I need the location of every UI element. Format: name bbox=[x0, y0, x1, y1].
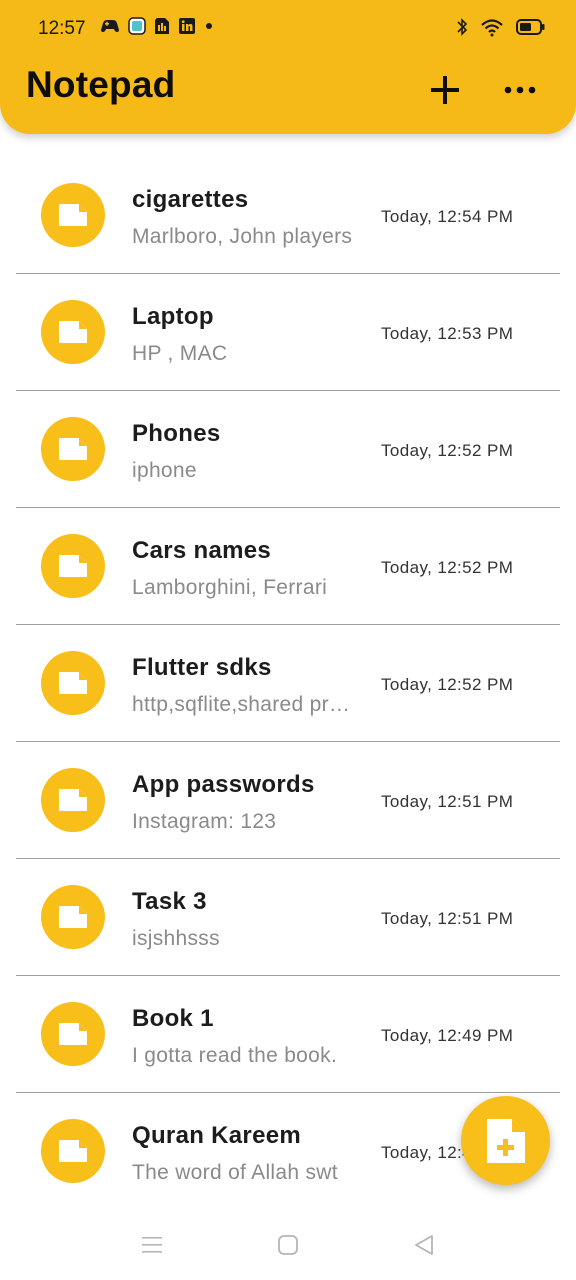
system-nav-bar bbox=[0, 1208, 576, 1280]
note-item[interactable]: Task 3 isjshhsss Today, 12:51 PM bbox=[16, 859, 560, 976]
note-title: Laptop bbox=[132, 303, 214, 330]
note-avatar bbox=[41, 1119, 105, 1183]
nav-menu-button[interactable] bbox=[140, 1234, 164, 1256]
status-system-icons bbox=[456, 17, 546, 37]
home-icon bbox=[278, 1235, 298, 1255]
battery-icon bbox=[516, 19, 545, 35]
status-notification-icons bbox=[100, 17, 214, 35]
note-icon bbox=[59, 555, 87, 577]
note-preview: iphone bbox=[132, 459, 197, 482]
note-avatar bbox=[41, 1002, 105, 1066]
bluetooth-icon bbox=[457, 18, 468, 36]
note-icon bbox=[59, 672, 87, 694]
page-title: Notepad bbox=[26, 64, 176, 105]
add-note-fab[interactable] bbox=[461, 1096, 550, 1185]
app-icon bbox=[128, 17, 146, 35]
note-avatar bbox=[41, 417, 105, 481]
note-icon bbox=[59, 438, 87, 460]
back-icon bbox=[415, 1235, 433, 1255]
note-item[interactable]: Phones iphone Today, 12:52 PM bbox=[16, 391, 560, 508]
note-avatar bbox=[41, 534, 105, 598]
note-title: Book 1 bbox=[132, 1005, 214, 1032]
wifi-icon bbox=[481, 19, 503, 37]
add-note-button[interactable] bbox=[425, 70, 465, 110]
note-item[interactable]: Laptop HP , MAC Today, 12:53 PM bbox=[16, 274, 560, 391]
note-avatar bbox=[41, 768, 105, 832]
note-item[interactable]: Cars names Lamborghini, Ferrari Today, 1… bbox=[16, 508, 560, 625]
note-timestamp: Today, 12:49 PM bbox=[381, 1026, 514, 1045]
note-timestamp: Today, 12:51 PM bbox=[381, 792, 514, 811]
notes-list: cigarettes Marlboro, John players Today,… bbox=[0, 157, 576, 1210]
note-avatar bbox=[41, 885, 105, 949]
note-icon bbox=[59, 204, 87, 226]
more-horizontal-icon bbox=[504, 86, 536, 94]
game-controller-icon bbox=[101, 20, 119, 32]
note-item[interactable]: App passwords Instagram: 123 Today, 12:5… bbox=[16, 742, 560, 859]
note-item[interactable]: cigarettes Marlboro, John players Today,… bbox=[16, 157, 560, 274]
sim-icon bbox=[155, 18, 169, 34]
note-preview: I gotta read the book. bbox=[132, 1044, 338, 1067]
note-preview: http,sqflite,shared preferences bbox=[132, 693, 356, 716]
note-title: Quran Kareem bbox=[132, 1122, 301, 1149]
note-preview: HP , MAC bbox=[132, 342, 228, 365]
note-title: cigarettes bbox=[132, 186, 249, 213]
note-title: Task 3 bbox=[132, 888, 207, 915]
dot-icon bbox=[206, 23, 212, 29]
note-avatar bbox=[41, 651, 105, 715]
note-icon bbox=[59, 321, 87, 343]
app-bar: 12:57 Notepad bbox=[0, 0, 576, 134]
note-title: App passwords bbox=[132, 771, 315, 798]
note-avatar bbox=[41, 300, 105, 364]
note-icon bbox=[59, 906, 87, 928]
note-icon bbox=[59, 1140, 87, 1162]
note-icon bbox=[59, 789, 87, 811]
note-item[interactable]: Book 1 I gotta read the book. Today, 12:… bbox=[16, 976, 560, 1093]
status-time: 12:57 bbox=[38, 18, 86, 39]
menu-icon bbox=[142, 1237, 162, 1253]
status-bar: 12:57 bbox=[0, 0, 576, 58]
note-timestamp: Today, 12:54 PM bbox=[381, 207, 514, 226]
note-timestamp: Today, 12:52 PM bbox=[381, 558, 514, 577]
note-item[interactable]: Flutter sdks http,sqflite,shared prefere… bbox=[16, 625, 560, 742]
note-title: Flutter sdks bbox=[132, 654, 272, 681]
note-preview: isjshhsss bbox=[132, 927, 220, 950]
plus-icon bbox=[431, 76, 459, 104]
note-preview: Lamborghini, Ferrari bbox=[132, 576, 328, 599]
nav-back-button[interactable] bbox=[412, 1234, 436, 1256]
linkedin-icon bbox=[179, 18, 195, 34]
note-preview: Marlboro, John players bbox=[132, 225, 353, 248]
note-timestamp: Today, 12:51 PM bbox=[381, 909, 514, 928]
add-note-icon bbox=[486, 1118, 525, 1163]
more-options-button[interactable] bbox=[500, 76, 540, 104]
note-preview: The word of Allah swt bbox=[132, 1161, 338, 1184]
note-timestamp: Today, 12:52 PM bbox=[381, 675, 514, 694]
note-timestamp: Today, 12:53 PM bbox=[381, 324, 514, 343]
note-title: Cars names bbox=[132, 537, 272, 564]
note-avatar bbox=[41, 183, 105, 247]
nav-home-button[interactable] bbox=[276, 1234, 300, 1256]
note-title: Phones bbox=[132, 420, 221, 447]
note-icon bbox=[59, 1023, 87, 1045]
note-preview: Instagram: 123 bbox=[132, 810, 277, 833]
note-timestamp: Today, 12:52 PM bbox=[381, 441, 514, 460]
